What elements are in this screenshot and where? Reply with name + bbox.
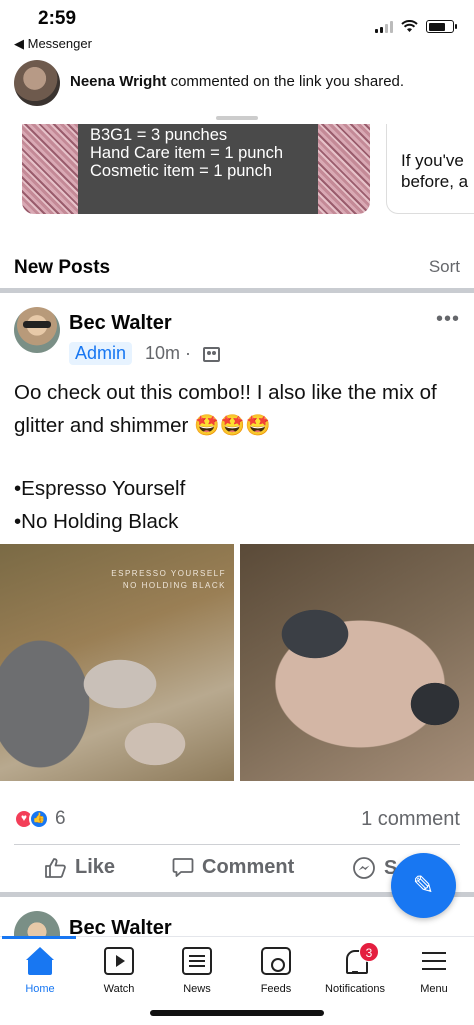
next-post-author[interactable]: Bec Walter bbox=[69, 917, 172, 937]
compose-post-button[interactable]: ✎ bbox=[391, 853, 456, 918]
reaction-count[interactable]: 6 bbox=[55, 808, 66, 830]
comment-icon bbox=[172, 858, 194, 877]
side-text-2: before, a bbox=[401, 172, 469, 191]
menu-icon bbox=[419, 947, 449, 975]
tab-news[interactable]: News bbox=[157, 947, 237, 995]
tab-menu[interactable]: Menu bbox=[394, 947, 474, 995]
side-text-1: If you've bbox=[401, 151, 464, 170]
home-indicator[interactable] bbox=[150, 1010, 324, 1016]
notifications-badge: 3 bbox=[359, 942, 379, 962]
banner-drag-handle[interactable] bbox=[216, 116, 258, 120]
post-text-line-1: Oo check out this combo!! I also like th… bbox=[14, 381, 437, 437]
post-timestamp[interactable]: 10m · bbox=[145, 343, 191, 364]
notification-actor: Neena Wright bbox=[70, 73, 167, 90]
post-text-line-2: •Espresso Yourself bbox=[14, 477, 186, 500]
previous-post-textbox: B3G1 = 3 punches Hand Care item = 1 punc… bbox=[78, 124, 318, 214]
group-audience-icon bbox=[203, 347, 220, 362]
status-time: 2:59 bbox=[38, 8, 77, 29]
like-reaction-icon: 👍 bbox=[29, 809, 49, 829]
battery-icon bbox=[426, 20, 457, 33]
tab-notifications[interactable]: Notifications bbox=[315, 947, 395, 995]
previous-line-2: Hand Care item = 1 punch bbox=[90, 144, 284, 162]
post-photo-1[interactable]: ESPRESSO YOURSELF NO HOLDING BLACK bbox=[0, 544, 234, 781]
photo-watermark: ESPRESSO YOURSELF NO HOLDING BLACK bbox=[111, 569, 226, 590]
notification-banner[interactable]: Neena Wright commented on the link you s… bbox=[0, 58, 474, 124]
comment-count[interactable]: 1 comment bbox=[361, 808, 460, 831]
post-body: Oo check out this combo!! I also like th… bbox=[14, 376, 464, 538]
feeds-icon bbox=[261, 947, 291, 975]
like-button[interactable]: Like bbox=[44, 856, 115, 879]
post-photo-2[interactable] bbox=[240, 544, 474, 781]
comment-label: Comment bbox=[202, 856, 295, 878]
previous-post-image[interactable]: B3G1 = 3 punches Hand Care item = 1 punc… bbox=[22, 124, 370, 214]
notification-message: commented on the link you shared. bbox=[166, 73, 405, 90]
watch-icon bbox=[104, 947, 134, 975]
author-avatar[interactable] bbox=[14, 307, 60, 353]
tab-watch-label: Watch bbox=[103, 983, 135, 995]
tab-feeds-label: Feeds bbox=[260, 983, 292, 995]
back-to-messenger-link[interactable]: ◀ Messenger bbox=[14, 36, 92, 52]
messenger-icon bbox=[353, 857, 375, 879]
edit-icon: ✎ bbox=[412, 870, 435, 900]
tab-notifications-label: Notifications bbox=[325, 983, 385, 995]
news-icon bbox=[182, 947, 212, 975]
signal-icon bbox=[375, 20, 393, 33]
wifi-icon bbox=[401, 20, 418, 32]
share-button[interactable]: S bbox=[352, 856, 397, 880]
section-divider bbox=[0, 288, 474, 293]
tab-watch[interactable]: Watch bbox=[79, 947, 159, 995]
notification-text: Neena Wright commented on the link you s… bbox=[70, 73, 404, 90]
status-bar: 2:59 ◀ Messenger bbox=[0, 0, 474, 58]
active-tab-indicator bbox=[2, 936, 76, 939]
actions-divider bbox=[14, 844, 460, 845]
more-options-button[interactable]: ••• bbox=[436, 308, 460, 331]
previous-side-card[interactable]: If you've before, a bbox=[386, 124, 474, 214]
tab-home-label: Home bbox=[25, 983, 55, 995]
tab-home[interactable]: Home bbox=[0, 947, 80, 995]
like-label: Like bbox=[75, 856, 116, 878]
status-icons bbox=[375, 20, 457, 33]
admin-badge: Admin bbox=[69, 342, 133, 365]
tab-menu-label: Menu bbox=[420, 983, 448, 995]
post-author[interactable]: Bec Walter bbox=[69, 312, 172, 335]
comment-button[interactable]: Comment bbox=[172, 856, 294, 879]
like-icon bbox=[45, 857, 66, 878]
previous-line-3: Cosmetic item = 1 punch bbox=[90, 162, 273, 180]
reaction-icons[interactable]: ♥ 👍 bbox=[14, 809, 49, 829]
home-icon bbox=[25, 947, 55, 975]
tab-feeds[interactable]: Feeds bbox=[236, 947, 316, 995]
section-title: New Posts bbox=[14, 257, 111, 278]
tab-news-label: News bbox=[183, 983, 211, 995]
sort-button[interactable]: Sort bbox=[429, 257, 460, 277]
notification-avatar bbox=[14, 60, 60, 106]
previous-line-1: B3G1 = 3 punches bbox=[90, 126, 228, 144]
next-post-avatar[interactable] bbox=[14, 911, 60, 937]
post-text-line-3: •No Holding Black bbox=[14, 510, 179, 533]
